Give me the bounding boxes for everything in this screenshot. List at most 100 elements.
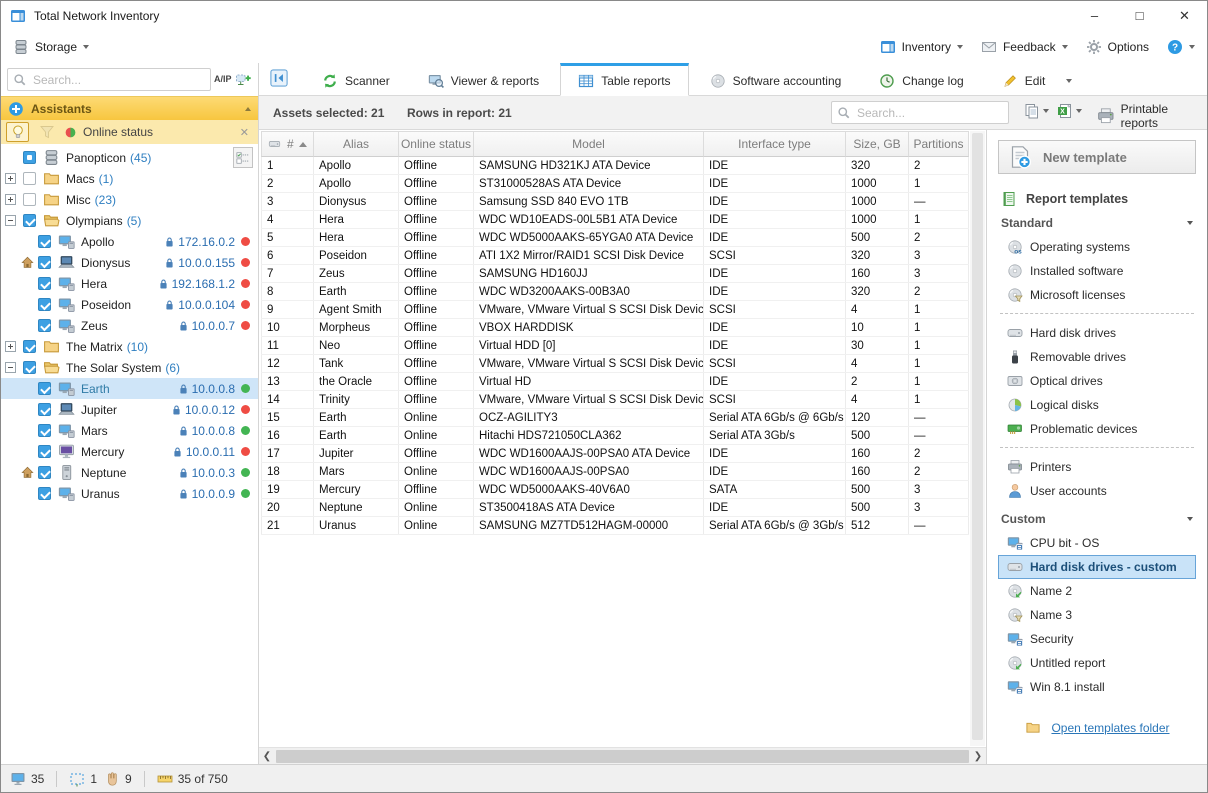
table-row[interactable]: 12 Tank Offline VMware, VMware Virtual S… [261,355,969,373]
tree-item[interactable]: Poseidon 10.0.0.104 [1,294,258,315]
table-row[interactable]: 5 Hera Offline WDC WD5000AAKS-65YGA0 ATA… [261,229,969,247]
expand-toggle[interactable] [5,173,16,184]
help-menu[interactable] [1167,39,1195,55]
tree-item[interactable]: Uranus 10.0.0.9 [1,483,258,504]
tree-checkbox[interactable] [38,487,51,500]
table-row[interactable]: 20 Neptune Online ST3500418AS ATA Device… [261,499,969,517]
table-row[interactable]: 11 Neo Offline Virtual HDD [0] IDE 30 1 [261,337,969,355]
new-template-button[interactable]: New template [998,140,1196,174]
tree-checkbox[interactable] [38,403,51,416]
horizontal-scrollbar[interactable]: ❮ ❯ [259,747,986,764]
copy-report-button[interactable] [1024,103,1049,119]
tree-item[interactable]: Hera 192.168.1.2 [1,273,258,294]
table-row[interactable]: 17 Jupiter Offline WDC WD1600AAJS-00PSA0… [261,445,969,463]
tree-item[interactable]: Misc (23) [1,189,258,210]
tree-item[interactable]: Olympians (5) [1,210,258,231]
table-row[interactable]: 10 Morpheus Offline VBOX HARDDISK IDE 10… [261,319,969,337]
storage-menu[interactable]: Storage [13,39,89,55]
column-header-online-status[interactable]: Online status [399,131,474,157]
template-item[interactable]: Installed software [998,259,1196,283]
table-row[interactable]: 18 Mars Online WDC WD1600AAJS-00PSA0 IDE… [261,463,969,481]
collapse-sidebar-button[interactable] [267,67,291,89]
scrollbar-thumb[interactable] [972,133,983,740]
scrollbar-thumb[interactable] [276,750,969,763]
tree-item[interactable]: Panopticon (45) [1,147,258,168]
tree-item[interactable]: Jupiter 10.0.0.12 [1,399,258,420]
tree-checkbox[interactable] [23,214,36,227]
feedback-menu[interactable]: Feedback [981,39,1068,55]
table-row[interactable]: 6 Poseidon Offline ATI 1X2 Mirror/RAID1 … [261,247,969,265]
template-item[interactable]: Security [998,627,1196,651]
tree-checkbox[interactable] [23,340,36,353]
main-tab[interactable]: Scanner [305,67,407,95]
table-row[interactable]: 19 Mercury Offline WDC WD5000AAKS-40V6A0… [261,481,969,499]
template-item[interactable] [1000,313,1194,314]
tree-checkbox[interactable] [38,382,51,395]
column-header-alias[interactable]: Alias [314,131,399,157]
highlight-toggle[interactable] [6,122,29,142]
template-item[interactable]: Win 8.1 install [998,675,1196,699]
column-header-model[interactable]: Model [474,131,704,157]
main-tab[interactable]: Viewer & reports [411,67,556,95]
expand-toggle[interactable] [5,362,16,373]
tree-checkbox[interactable] [38,424,51,437]
table-row[interactable]: 4 Hera Offline WDC WD10EADS-00L5B1 ATA D… [261,211,969,229]
section-custom[interactable]: Custom [1001,512,1193,526]
main-tab[interactable]: Edit [985,67,1063,95]
main-tab[interactable]: Table reports [560,63,688,96]
tree-checkbox[interactable] [23,193,36,206]
column-header-partitions[interactable]: Partitions [909,131,969,157]
tree-checkbox[interactable] [23,172,36,185]
edit-dropdown-icon[interactable] [1066,79,1072,83]
template-item[interactable]: Removable drives [998,345,1196,369]
check-options-button[interactable] [233,147,253,168]
online-status-assistant[interactable]: Online status ✕ [1,120,258,144]
tree-item[interactable]: Zeus 10.0.0.7 [1,315,258,336]
expand-toggle[interactable] [5,215,16,226]
vertical-scrollbar[interactable] [970,131,985,746]
template-item[interactable]: Operating systems [998,235,1196,259]
table-row[interactable]: 9 Agent Smith Offline VMware, VMware Vir… [261,301,969,319]
table-row[interactable]: 21 Uranus Online SAMSUNG MZ7TD512HAGM-00… [261,517,969,535]
template-item[interactable]: Hard disk drives [998,321,1196,345]
tree-item[interactable]: Mercury 10.0.0.11 [1,441,258,462]
template-item[interactable]: Hard disk drives - custom [998,555,1196,579]
template-item[interactable]: Optical drives [998,369,1196,393]
tree-item[interactable]: The Solar System (6) [1,357,258,378]
template-item[interactable]: Printers [998,455,1196,479]
tree-checkbox[interactable] [38,445,51,458]
tree-item[interactable]: Neptune 10.0.0.3 [1,462,258,483]
scroll-left-arrow[interactable]: ❮ [259,748,275,765]
tree-item[interactable]: Dionysus 10.0.0.155 [1,252,258,273]
collapse-icon[interactable] [245,107,251,111]
table-row[interactable]: 2 Apollo Offline ST31000528AS ATA Device… [261,175,969,193]
tree-checkbox[interactable] [38,319,51,332]
add-node-button[interactable] [235,70,252,90]
alias-ip-toggle[interactable]: A/IP [211,73,235,86]
printable-reports-button[interactable]: Printable reports [1097,102,1207,130]
expand-toggle[interactable] [5,341,16,352]
minimize-button[interactable]: – [1072,1,1117,30]
table-row[interactable]: 1 Apollo Offline SAMSUNG HD321KJ ATA Dev… [261,157,969,175]
table-row[interactable]: 7 Zeus Offline SAMSUNG HD160JJ IDE 160 3 [261,265,969,283]
options-menu[interactable]: Options [1086,39,1149,55]
tree-checkbox[interactable] [38,256,51,269]
filter-toggle[interactable] [35,122,58,142]
tree-checkbox[interactable] [23,151,36,164]
template-item[interactable]: User accounts [998,479,1196,503]
tree-item[interactable]: Macs (1) [1,168,258,189]
main-tab[interactable]: Software accounting [693,67,859,95]
tree-checkbox[interactable] [38,298,51,311]
table-row[interactable]: 15 Earth Online OCZ-AGILITY3 Serial ATA … [261,409,969,427]
expand-toggle[interactable] [5,194,16,205]
template-item[interactable]: Problematic devices [998,417,1196,441]
column-header-interface-type[interactable]: Interface type [704,131,846,157]
tree-item[interactable]: The Matrix (10) [1,336,258,357]
tree-item[interactable]: Mars 10.0.0.8 [1,420,258,441]
template-item[interactable]: CPU bit - OS [998,531,1196,555]
main-tab[interactable]: Change log [862,67,980,95]
close-icon[interactable]: ✕ [240,126,253,139]
table-row[interactable]: 16 Earth Online Hitachi HDS721050CLA362 … [261,427,969,445]
table-row[interactable]: 13 the Oracle Offline Virtual HD IDE 2 1 [261,373,969,391]
template-item[interactable]: Microsoft licenses [998,283,1196,307]
